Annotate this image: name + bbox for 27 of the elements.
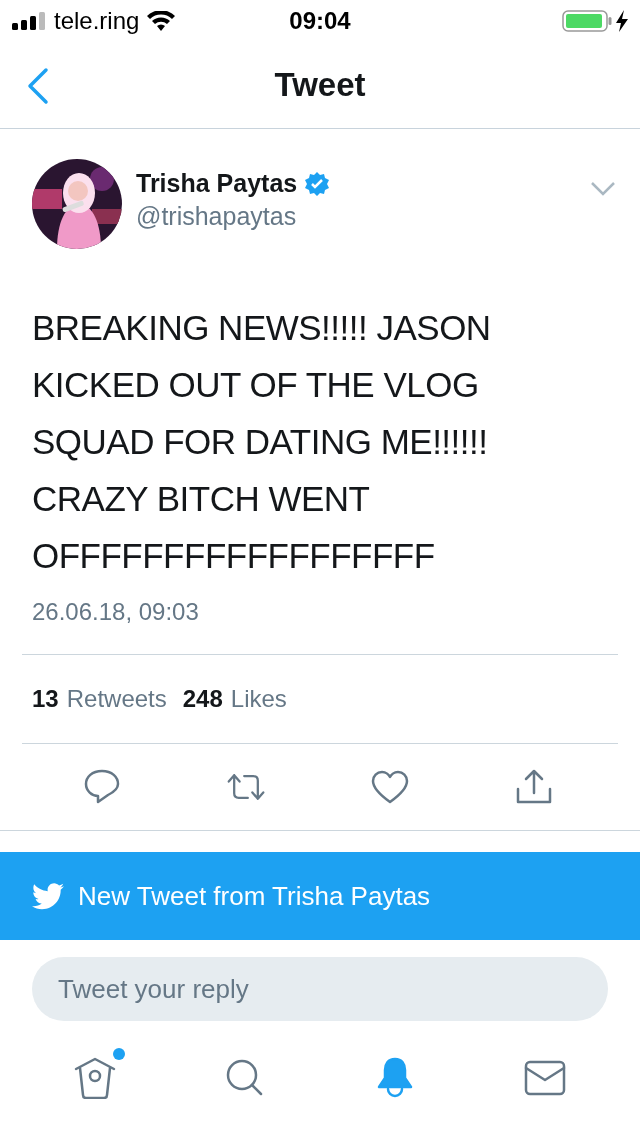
envelope-icon — [524, 1059, 566, 1096]
clock-time: 09:04 — [289, 7, 351, 34]
tweet-timestamp: 26.06.18, 09:03 — [32, 598, 199, 625]
speech-bubble-icon — [83, 769, 121, 805]
wifi-icon — [147, 11, 176, 31]
stat-count: 13 — [32, 685, 59, 713]
reply-field[interactable]: Tweet your reply — [32, 957, 608, 1021]
new-tweet-banner[interactable]: New Tweet from Trisha Paytas — [0, 852, 640, 940]
tweet-text: BREAKING NEWS!!!!! JASON KICKED OUT OF THE VLOG SQUAD FOR DATING ME!!!!!! CRAZY BITCH WENT OFFFFFFFFFFFFFFFFFF — [31, 307, 492, 577]
author-name: Trisha Paytas — [136, 169, 298, 198]
battery-icon — [562, 10, 612, 32]
bell-icon — [375, 1056, 415, 1099]
carrier-name: tele.ring — [54, 7, 140, 35]
birdhouse-icon — [73, 1056, 117, 1099]
stat-count: 248 — [182, 685, 223, 713]
signal-icon — [12, 12, 46, 30]
share-icon — [515, 769, 553, 805]
author-handle: @trishapaytas — [136, 202, 298, 231]
stat-label[interactable]: Retweets — [66, 685, 167, 713]
bird-icon — [32, 882, 64, 910]
heart-icon — [371, 770, 409, 804]
stat-label[interactable]: Likes — [230, 685, 287, 713]
search-icon — [225, 1057, 265, 1098]
banner-text: New Tweet from Trisha Paytas — [78, 880, 431, 912]
screen-title: Tweet — [274, 66, 366, 104]
retweet-icon — [226, 771, 266, 803]
notification-dot — [113, 1047, 125, 1060]
